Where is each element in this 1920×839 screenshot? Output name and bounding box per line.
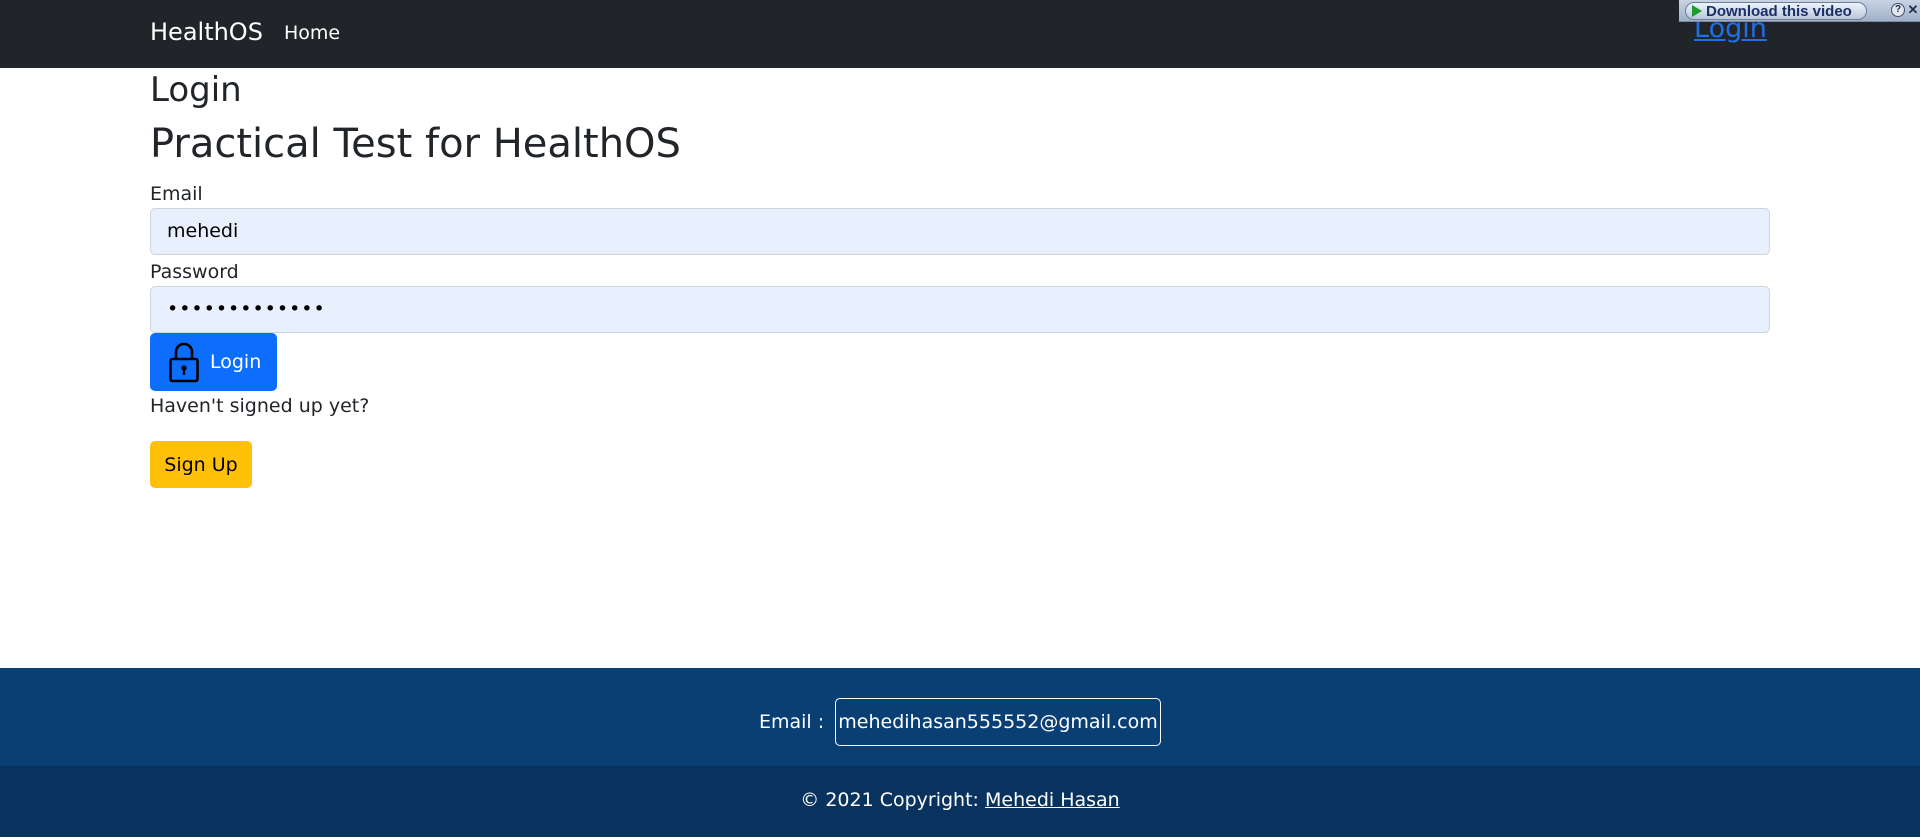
page-title: Login: [150, 70, 242, 110]
copyright-text: © 2021 Copyright:: [800, 789, 985, 811]
download-video-label: Download this video: [1706, 2, 1852, 20]
download-video-bar: Download this video ? ✕: [1679, 0, 1920, 22]
play-icon: [1692, 5, 1702, 17]
close-icon[interactable]: ✕: [1906, 3, 1920, 17]
copyright: © 2021 Copyright: Mehedi Hasan: [0, 789, 1920, 811]
navbar-brand[interactable]: HealthOS: [150, 18, 263, 46]
help-icon[interactable]: ?: [1891, 3, 1905, 17]
email-field[interactable]: mehedi: [150, 208, 1770, 255]
navbar: HealthOS Home: [0, 0, 1920, 68]
footer-email-label: Email :: [759, 711, 825, 733]
lock-icon: [169, 342, 199, 383]
login-button-label: Login: [210, 351, 262, 373]
login-button[interactable]: Login: [150, 333, 277, 391]
signup-prompt: Haven't signed up yet?: [150, 395, 370, 417]
signup-button[interactable]: Sign Up: [150, 441, 252, 488]
footer-email-value[interactable]: mehedihasan555552@gmail.com: [835, 698, 1161, 746]
password-label: Password: [150, 261, 239, 283]
page-subtitle: Practical Test for HealthOS: [150, 121, 681, 167]
download-video-button[interactable]: Download this video: [1685, 2, 1867, 20]
author-link[interactable]: Mehedi Hasan: [985, 789, 1120, 811]
nav-home-link[interactable]: Home: [284, 22, 340, 44]
password-field[interactable]: •••••••••••••: [150, 286, 1770, 333]
email-label: Email: [150, 183, 203, 205]
